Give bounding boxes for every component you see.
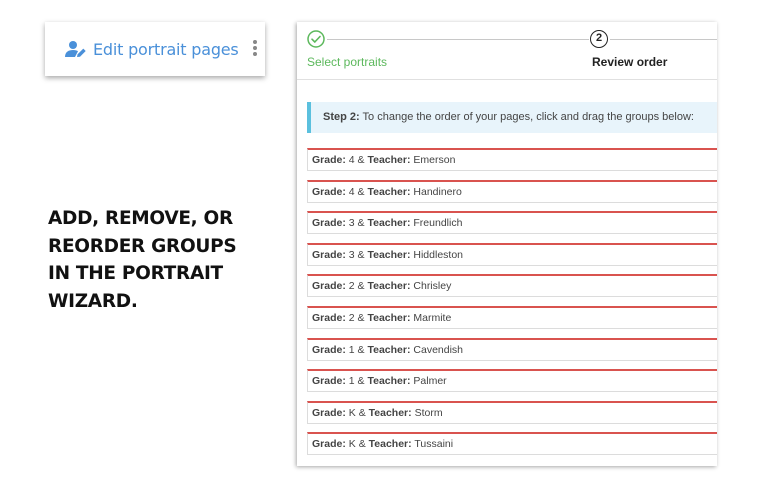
headline-line: IN THE PORTRAIT [48,263,223,284]
teacher-value: Cavendish [413,343,464,356]
group-row[interactable]: Grade: 1 & Teacher: Cavendish [307,337,717,361]
group-joiner: & [358,438,366,451]
teacher-key: Teacher: [367,280,411,293]
grade-value: 1 [348,375,355,388]
grade-key: Grade: [312,185,346,198]
person-edit-icon [65,41,86,57]
grade-key: Grade: [312,438,346,451]
group-joiner: & [357,217,365,230]
headline: ADD, REMOVE, OR REORDER GROUPS IN THE PO… [48,205,268,315]
grade-value: 2 [348,311,355,324]
teacher-key: Teacher: [367,217,411,230]
teacher-key: Teacher: [368,438,412,451]
grade-value: K [348,438,356,451]
group-joiner: & [357,280,365,293]
edit-portrait-pages-label: Edit portrait pages [93,39,239,59]
headline-line: ADD, REMOVE, OR [48,208,233,229]
group-row[interactable]: Grade: 2 & Teacher: Chrisley [307,274,717,298]
grade-key: Grade: [312,280,346,293]
group-row[interactable]: Grade: K & Teacher: Storm [307,400,717,424]
group-row[interactable]: Grade: K & Teacher: Tussaini [307,432,717,456]
grade-key: Grade: [312,406,346,419]
teacher-key: Teacher: [367,248,411,261]
grade-value: 3 [348,248,355,261]
group-joiner: & [357,154,365,166]
grade-key: Grade: [312,343,346,356]
grade-value: 2 [348,280,355,293]
grade-key: Grade: [312,375,346,388]
teacher-value: Freundlich [413,217,463,230]
edit-portrait-pages-button[interactable]: Edit portrait pages [65,40,239,59]
grade-key: Grade: [312,248,346,261]
group-row[interactable]: Grade: 3 & Teacher: Freundlich [307,211,717,235]
check-circle-icon[interactable] [307,30,325,48]
teacher-value: Tussaini [414,438,454,451]
kebab-menu-icon[interactable] [251,40,259,58]
wizard-stepper: Select portraits 2 Review order [297,22,717,80]
teacher-value: Storm [414,406,443,419]
stepper-connector [610,39,717,40]
grade-value: 4 [348,185,355,198]
group-row[interactable]: Grade: 3 & Teacher: Hiddleston [307,242,717,266]
grade-value: 4 [348,154,355,166]
group-joiner: & [357,375,365,388]
grade-value: K [348,406,356,419]
portrait-wizard-panel: Select portraits 2 Review order Step 2: … [297,22,717,466]
group-joiner: & [357,343,365,356]
teacher-value: Handinero [413,185,462,198]
teacher-value: Chrisley [413,280,452,293]
step-instructions-text: To change the order of your pages, click… [362,111,694,123]
grade-key: Grade: [312,311,346,324]
teacher-value: Palmer [413,375,447,388]
group-row[interactable]: Grade: 4 & Teacher: Handinero [307,179,717,203]
headline-line: REORDER GROUPS [48,235,237,257]
group-joiner: & [357,185,365,198]
group-joiner: & [357,311,365,324]
teacher-value: Hiddleston [413,248,464,261]
group-joiner: & [358,406,366,419]
group-row[interactable]: Grade: 4 & Teacher: Emerson [307,148,717,171]
teacher-key: Teacher: [367,185,411,198]
group-row[interactable]: Grade: 1 & Teacher: Palmer [307,369,717,393]
step-select-portraits[interactable]: Select portraits [307,55,387,69]
grade-value: 3 [348,217,355,230]
grade-value: 1 [348,343,355,356]
teacher-key: Teacher: [367,311,411,324]
group-joiner: & [357,248,365,261]
step-review-order: Review order [592,55,668,69]
group-row[interactable]: Grade: 2 & Teacher: Marmite [307,305,717,329]
step-instructions-prefix: Step 2: [323,111,360,123]
teacher-key: Teacher: [367,343,411,356]
headline-line: WIZARD. [48,290,138,312]
teacher-value: Emerson [413,154,456,166]
teacher-key: Teacher: [367,154,411,166]
step-number-badge: 2 [590,30,608,48]
group-list: Grade: 4 & Teacher: Emerson Grade: 4 & Te… [307,148,717,464]
edit-portrait-card: Edit portrait pages [45,22,265,76]
grade-key: Grade: [312,154,346,166]
grade-key: Grade: [312,217,346,230]
teacher-key: Teacher: [367,375,411,388]
teacher-value: Marmite [413,311,452,324]
stepper-connector [327,39,589,40]
teacher-key: Teacher: [368,406,412,419]
step-instructions: Step 2: To change the order of your page… [307,102,717,133]
